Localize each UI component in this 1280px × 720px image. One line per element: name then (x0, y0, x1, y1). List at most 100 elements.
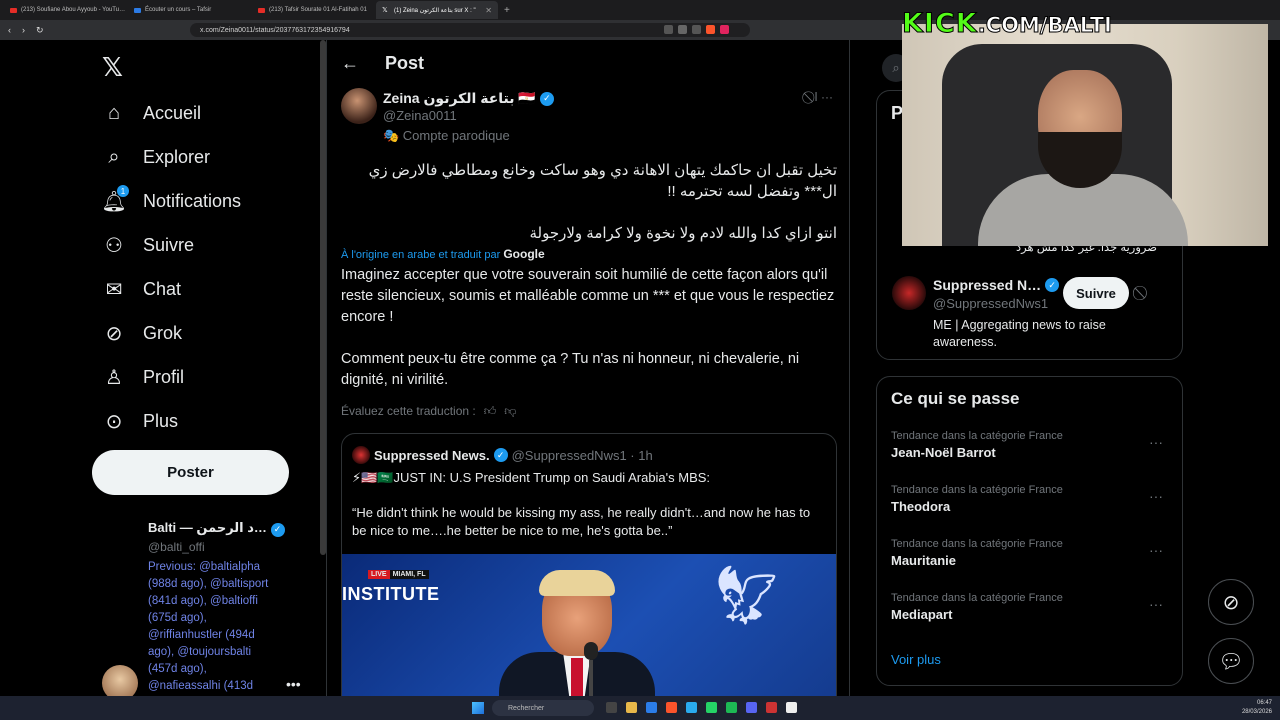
browser-tab-2[interactable]: Écouter un cours – Tafsir (128, 1, 250, 19)
trend-item[interactable]: Tendance dans la catégorie France Mediapa… (891, 592, 1171, 622)
share-icon[interactable] (692, 25, 701, 34)
tab-label: Écouter un cours – Tafsir (145, 7, 212, 13)
windows-start-icon[interactable] (472, 702, 484, 714)
more-icon[interactable]: ··· (1149, 542, 1163, 558)
quote-video[interactable]: LIVE MIAMI, FL INSTITUTE 🦅︎ (342, 554, 836, 696)
url-text: x.com/Zeina0011/status/20377631723549167… (200, 26, 350, 34)
trend-item[interactable]: Tendance dans la catégorie France Theodor… (891, 484, 1171, 514)
app-icon[interactable] (646, 702, 657, 713)
nav-label: Suivre (143, 234, 195, 255)
x-logo-icon: 𝕏 (382, 7, 388, 14)
nav-item-profil[interactable]: ♙ Profil (102, 357, 184, 397)
add-person-icon: ⚇ (105, 234, 123, 257)
nav-label: Grok (143, 322, 183, 343)
thumbs-up-icon[interactable]: 👍︎ (484, 404, 497, 419)
quote-header: Suppressed News. ✓ @SuppressedNws1 · 1h (352, 446, 653, 464)
quote-avatar (352, 446, 370, 464)
spotify-icon[interactable] (726, 702, 737, 713)
reload-icon[interactable]: ↻ (36, 25, 50, 36)
post-button[interactable]: Poster (92, 450, 289, 495)
whatsapp-icon[interactable] (706, 702, 717, 713)
quoted-post[interactable]: Suppressed News. ✓ @SuppressedNws1 · 1h … (341, 433, 837, 696)
close-icon[interactable]: ✕ (485, 6, 492, 15)
eagle-seal-icon: 🦅︎ (710, 563, 784, 628)
google-logo: Google (503, 247, 545, 261)
nav-item-grok[interactable]: ⊘ Grok (102, 313, 182, 353)
translation-text-2: Comment peux-tu être comme ça ? Tu n'as … (341, 351, 800, 388)
post-text-arabic-2: انتو ازاي كدا والله لادم ولا نخوة ولا كر… (529, 225, 837, 242)
mail-icon: ✉ (105, 278, 123, 301)
author-handle[interactable]: @Zeina0011 (383, 108, 457, 123)
author-avatar[interactable] (341, 88, 377, 124)
post-top-actions[interactable]: ⃠ ا ··· (811, 90, 833, 105)
quote-author-name: Suppressed News. (374, 447, 490, 463)
suggestion-name[interactable]: Suppressed N… ✓ (933, 277, 1060, 293)
video-speaker (499, 570, 655, 696)
suggestion-bio: ME | Aggregating news to raise awareness… (933, 318, 1106, 349)
discord-icon[interactable] (746, 702, 757, 713)
more-icon[interactable]: ··· (1149, 488, 1163, 504)
back-icon[interactable]: ‹ (8, 25, 22, 35)
back-arrow-icon[interactable]: ← (341, 53, 359, 74)
suggestion-handle[interactable]: @SuppressedNws1 (933, 296, 1048, 311)
brave-shield-icon[interactable] (706, 25, 715, 34)
more-icon[interactable]: ··· (1149, 596, 1163, 612)
app-icon[interactable] (606, 702, 617, 713)
browser-tab-3[interactable]: (213) Tafsir Sourate 01 Al-Fatihah 01 (252, 1, 374, 19)
chat-float-button[interactable]: 💬︎ (1208, 638, 1254, 684)
translation-label[interactable]: À l'origine en arabe et traduit par Goog… (341, 247, 545, 261)
account-bio: Previous: @baltialpha (988d ago), @balti… (148, 560, 269, 692)
quote-text-2: “He didn't think he would be kissing my … (352, 505, 811, 538)
notification-badge: 1 (117, 185, 129, 197)
more-icon[interactable]: ··· (1149, 434, 1163, 450)
screenshot-icon[interactable] (678, 25, 687, 34)
new-tab-icon[interactable]: + (504, 5, 510, 16)
nav-item-chat[interactable]: ✉ Chat (102, 269, 181, 309)
verified-icon: ✓ (539, 91, 554, 106)
x-logo-icon[interactable]: 𝕏 (102, 52, 123, 83)
zoom-icon[interactable] (664, 25, 673, 34)
quote-text: ⚡🇺🇸🇸🇦JUST IN: U.S President Trump on Sau… (352, 470, 711, 485)
grok-float-button[interactable]: ⊘ (1208, 579, 1254, 625)
folder-icon[interactable] (626, 702, 637, 713)
nav-label: Explorer (143, 146, 211, 167)
telegram-icon[interactable] (686, 702, 697, 713)
video-banner-text: INSTITUTE (342, 584, 440, 604)
verified-icon: ✓ (1045, 278, 1060, 292)
nav-item-explorer[interactable]: ⌕ Explorer (102, 137, 210, 177)
kick-banner: KICK .COM/BALTI (902, 8, 1113, 40)
browser-tab-1[interactable]: (213) Soufiane Abou Ayyoub - YouTu… (4, 1, 126, 19)
app-icon[interactable] (766, 702, 777, 713)
nav-item-plus[interactable]: ⊙ Plus (102, 401, 178, 441)
suggestion-avatar[interactable] (892, 276, 926, 310)
verified-icon: ✓ (270, 522, 285, 537)
see-more-link[interactable]: Voir plus (891, 652, 941, 667)
main-timeline: ← Post Zeina بتاعة الكرتون 🇪🇬 ✓ @Zeina001… (326, 40, 850, 696)
nav-label: Profil (143, 366, 185, 387)
clock[interactable]: 06:47 28/03/2026 (1242, 699, 1272, 717)
more-icon[interactable]: ••• (286, 676, 301, 692)
post-text-arabic: تخيل تقبل ان حاكمك يتهان الاهانة دي وهو … (368, 162, 837, 200)
account-switcher[interactable]: Balti — د الرحمن… ✓ @balti_offi Previous… (148, 520, 285, 695)
account-handle: @balti_offi (148, 539, 205, 554)
nav-item-suivre[interactable]: ⚇ Suivre (102, 225, 194, 265)
brave-rewards-icon[interactable] (720, 25, 729, 34)
forward-icon[interactable]: › (22, 25, 36, 35)
grok-icon: ⊘ (1222, 591, 1240, 614)
taskbar-search[interactable]: Rechercher (492, 700, 594, 716)
author-name[interactable]: Zeina بتاعة الكرتون 🇪🇬 ✓ (383, 90, 554, 107)
notion-icon[interactable] (786, 702, 797, 713)
trend-item[interactable]: Tendance dans la catégorie France Jean-No… (891, 430, 1171, 460)
trend-item[interactable]: Tendance dans la catégorie France Maurita… (891, 538, 1171, 568)
thumbs-down-icon[interactable]: 👎︎ (504, 404, 516, 419)
rate-translation: Évaluez cette traduction : 👍︎ 👎︎ (341, 404, 517, 419)
tab-label: (1) Zeina بتاعة الكرتون sur X : " (394, 7, 476, 14)
follow-button[interactable]: Suivre (1063, 277, 1129, 309)
nav-item-notifications[interactable]: 🔔︎ 1 Notifications (101, 181, 242, 221)
brave-icon[interactable] (666, 702, 677, 713)
nav-label: Notifications (143, 190, 242, 211)
nav-item-accueil[interactable]: ⌂ Accueil (102, 93, 201, 133)
browser-tab-4[interactable]: 𝕏 (1) Zeina بتاعة الكرتون sur X : " ✕ (376, 1, 498, 19)
page-title: Post (385, 52, 425, 73)
youtube-icon (258, 7, 265, 13)
